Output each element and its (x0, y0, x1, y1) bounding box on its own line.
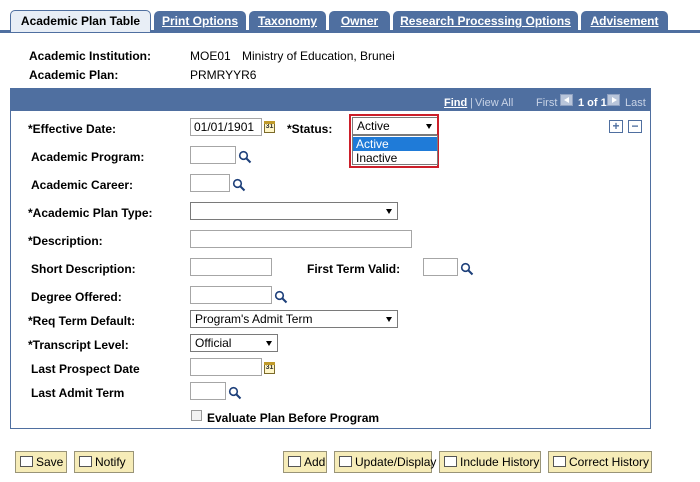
status-label: *Status: (287, 122, 333, 136)
chevron-down-icon (266, 341, 272, 346)
add-button-label: Add (304, 455, 326, 469)
evaluate-plan-label: Evaluate Plan Before Program (207, 411, 380, 425)
last-admit-term-search-icon[interactable] (228, 386, 242, 400)
academic-career-search-icon[interactable] (232, 178, 246, 192)
evaluate-plan-checkbox[interactable] (191, 410, 202, 421)
next-icon[interactable] (607, 94, 620, 106)
transcript-level-select[interactable]: Official (190, 334, 278, 352)
tab-owner[interactable]: Owner (329, 11, 390, 31)
academic-program-label: Academic Program: (31, 150, 145, 164)
correct-history-button[interactable]: Correct History (548, 451, 652, 473)
update-display-button[interactable]: Update/Display (334, 451, 436, 473)
calendar-icon[interactable]: 31 (264, 121, 275, 133)
save-button-label: Save (36, 455, 64, 469)
tab-bar: Academic Plan Table Print Options Taxono… (0, 0, 700, 33)
academic-career-label: Academic Career: (31, 178, 134, 192)
short-description-input[interactable] (190, 258, 272, 276)
short-description-label: Short Description: (31, 262, 136, 276)
panel-nav-bar: Find | View All First 1 of 1 Last (11, 89, 650, 111)
status-option-inactive[interactable]: Inactive (353, 151, 437, 165)
last-prospect-date-label: Last Prospect Date (31, 362, 140, 376)
plan-type-label: *Academic Plan Type: (28, 206, 153, 220)
notify-icon (79, 456, 92, 467)
correct-history-icon (553, 456, 566, 467)
save-icon (20, 456, 33, 467)
status-option-active[interactable]: Active (353, 137, 437, 151)
academic-program-search-icon[interactable] (238, 150, 252, 164)
delete-row-icon[interactable]: − (628, 120, 642, 133)
view-all-link[interactable]: View All (475, 97, 513, 109)
first-term-valid-label: First Term Valid: (307, 262, 401, 276)
save-button[interactable]: Save (15, 451, 67, 473)
institution-name: Ministry of Education, Brunei (242, 49, 395, 63)
last-admit-term-label: Last Admit Term (31, 386, 125, 400)
tab-taxonomy[interactable]: Taxonomy (249, 11, 326, 31)
find-link[interactable]: Find (444, 97, 467, 109)
first-term-search-icon[interactable] (460, 262, 474, 276)
description-input[interactable] (190, 230, 412, 248)
institution-code: MOE01 (190, 49, 231, 63)
effective-date-input[interactable]: 01/01/1901 (190, 118, 262, 136)
academic-career-input[interactable] (190, 174, 230, 192)
add-row-icon[interactable]: + (609, 120, 623, 133)
academic-program-input[interactable] (190, 146, 236, 164)
chevron-down-icon (386, 209, 392, 214)
transcript-level-value: Official (195, 336, 232, 350)
include-history-button[interactable]: Include History (439, 451, 541, 473)
req-term-default-label: *Req Term Default: (28, 314, 136, 328)
correct-history-button-label: Correct History (569, 455, 650, 469)
chevron-down-icon (386, 317, 392, 322)
row-count: 1 of 1 (578, 97, 607, 109)
last-admit-term-input[interactable] (190, 382, 226, 400)
plan-panel: Find | View All First 1 of 1 Last (10, 88, 651, 429)
degree-offered-search-icon[interactable] (274, 290, 288, 304)
notify-button-label: Notify (95, 455, 126, 469)
add-icon (288, 456, 301, 467)
effective-date-label: *Effective Date: (28, 122, 117, 136)
update-display-button-label: Update/Display (355, 455, 437, 469)
status-dropdown-list: Active Inactive (352, 135, 438, 165)
first-term-valid-input[interactable] (423, 258, 458, 276)
plan-type-select[interactable] (190, 202, 398, 220)
tab-academic-plan-table[interactable]: Academic Plan Table (10, 10, 151, 32)
plan-value: PRMRYYR6 (190, 68, 257, 82)
req-term-default-select[interactable]: Program's Admit Term (190, 310, 398, 328)
degree-offered-label: Degree Offered: (31, 290, 122, 304)
last-label: Last (625, 97, 646, 109)
tab-advisement[interactable]: Advisement (581, 11, 668, 31)
description-label: *Description: (28, 234, 103, 248)
notify-button[interactable]: Notify (74, 451, 134, 473)
transcript-level-label: *Transcript Level: (28, 338, 129, 352)
first-label: First (536, 97, 558, 109)
previous-icon[interactable] (560, 94, 573, 106)
calendar-icon[interactable]: 31 (264, 362, 275, 374)
tab-print-options[interactable]: Print Options (154, 11, 246, 31)
add-button[interactable]: Add (283, 451, 327, 473)
degree-offered-input[interactable] (190, 286, 272, 304)
last-prospect-date-input[interactable] (190, 358, 262, 376)
req-term-default-value: Program's Admit Term (195, 312, 313, 326)
include-history-button-label: Include History (460, 455, 540, 469)
institution-label: Academic Institution: (29, 49, 152, 63)
update-display-icon (339, 456, 352, 467)
plan-label: Academic Plan: (29, 68, 119, 82)
tab-research-processing-options[interactable]: Research Processing Options (393, 11, 578, 31)
include-history-icon (444, 456, 457, 467)
nav-separator: | (470, 97, 473, 109)
